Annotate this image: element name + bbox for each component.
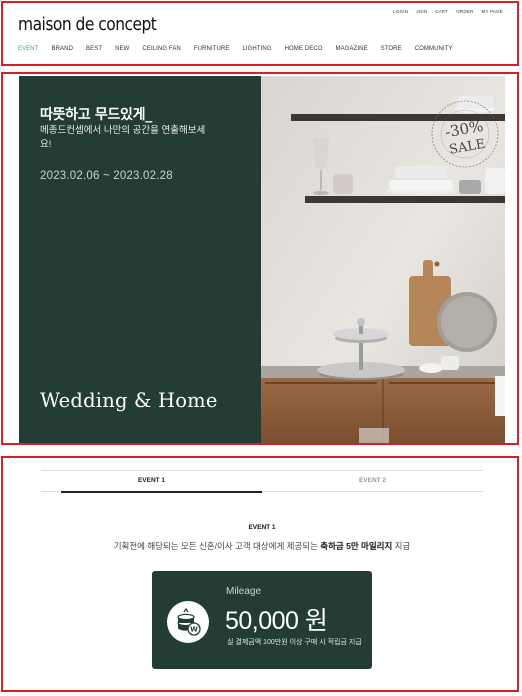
main-nav: EVENT BRAND BEST NEW CEILING FAN FURNITU…: [18, 46, 453, 52]
site-header: maison de concept LOGIN JOIN CART ORDER …: [1, 1, 519, 66]
mileage-amount: 50,000 원: [225, 607, 328, 635]
nav-best[interactable]: BEST: [86, 46, 102, 52]
nav-furniture[interactable]: FURNITURE: [194, 46, 230, 52]
mileage-note: 실 결제금액 100만원 이상 구매 시 적립금 지급: [227, 639, 362, 646]
hero-date: 2023.02.06 ~ 2023.02.28: [40, 170, 173, 182]
login-link[interactable]: LOGIN: [393, 9, 408, 14]
coin-icon: W: [167, 601, 209, 643]
nav-lighting[interactable]: LIGHTING: [242, 46, 271, 52]
tab-event-1[interactable]: EVENT 1: [41, 471, 262, 493]
utility-menu: LOGIN JOIN CART ORDER MY PAGE: [393, 9, 503, 14]
mileage-card: W Mileage 50,000 원 실 결제금액 100만원 이상 구매 시 …: [152, 571, 372, 669]
event-desc-highlight: 축하금 5만 마일리지: [320, 541, 393, 551]
hero-text-panel: 따뜻하고 무드있게_ 메종드컨셉에서 나만의 공간을 연출해보세요! 2023.…: [19, 76, 261, 443]
nav-magazine[interactable]: MAGAZINE: [336, 46, 368, 52]
nav-ceiling-fan[interactable]: CEILING FAN: [142, 46, 180, 52]
nav-new[interactable]: NEW: [115, 46, 129, 52]
event-section: EVENT 1 EVENT 2 EVENT 1 기획전에 해당되는 모든 신혼/…: [1, 456, 519, 692]
hero-subtext: 메종드컨셉에서 나만의 공간을 연출해보세요!: [40, 125, 206, 150]
event-tabs: EVENT 1 EVENT 2: [41, 470, 483, 493]
nav-community[interactable]: COMMUNITY: [415, 46, 453, 52]
hero-title: Wedding & Home: [40, 389, 218, 412]
hero-photo: -30% SALE: [261, 76, 505, 443]
event-desc-post: 지급: [392, 541, 411, 551]
order-link[interactable]: ORDER: [456, 9, 473, 14]
cart-link[interactable]: CART: [435, 9, 448, 14]
nav-store[interactable]: STORE: [381, 46, 402, 52]
join-link[interactable]: JOIN: [416, 9, 427, 14]
hero-headline: 따뜻하고 무드있게_: [40, 107, 152, 123]
hero-banner[interactable]: 따뜻하고 무드있게_ 메종드컨셉에서 나만의 공간을 연출해보세요! 2023.…: [1, 72, 519, 445]
nav-event[interactable]: EVENT: [18, 46, 39, 52]
tab-event-2[interactable]: EVENT 2: [262, 471, 483, 491]
mileage-label: Mileage: [226, 586, 262, 597]
kitchen-shelf-illustration: -30% SALE: [261, 76, 505, 443]
event-description: 기획전에 해당되는 모든 신혼/이사 고객 대상에게 제공되는 축하금 5만 마…: [3, 540, 521, 552]
event-label: EVENT 1: [248, 524, 276, 531]
nav-home-deco[interactable]: HOME DECO: [285, 46, 323, 52]
nav-brand[interactable]: BRAND: [52, 46, 74, 52]
mypage-link[interactable]: MY PAGE: [482, 9, 504, 14]
site-logo[interactable]: maison de concept: [18, 14, 157, 35]
event-desc-pre: 기획전에 해당되는 모든 신혼/이사 고객 대상에게 제공되는: [113, 541, 321, 551]
svg-text:W: W: [190, 626, 198, 634]
